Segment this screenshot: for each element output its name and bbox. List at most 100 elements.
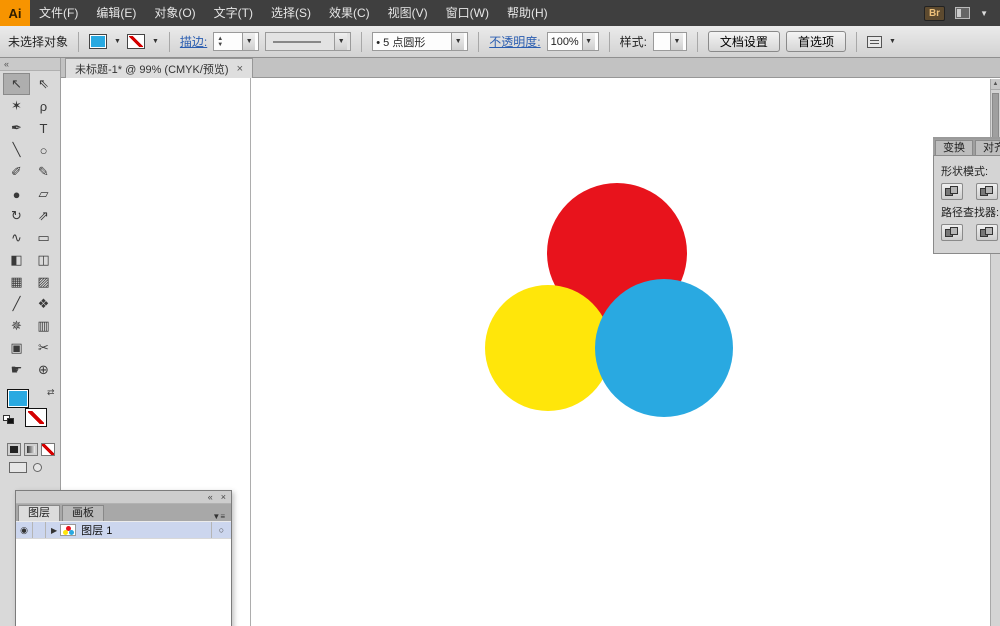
- width-profile-caret-icon[interactable]: ▼: [334, 33, 348, 50]
- close-icon[interactable]: ×: [237, 63, 243, 75]
- tab-artboards[interactable]: 画板: [62, 505, 104, 521]
- tool-ellipse[interactable]: ○: [30, 139, 57, 161]
- tool-paintbrush[interactable]: ✐: [3, 161, 30, 183]
- tool-zoom[interactable]: ⊕: [30, 359, 57, 381]
- tool-direct-selection[interactable]: ⇖: [30, 73, 57, 95]
- layer-target-icon[interactable]: ○: [211, 522, 231, 538]
- stroke-weight-combo[interactable]: ▲ ▼ ▼: [213, 32, 260, 51]
- tool-lasso[interactable]: ρ: [30, 95, 57, 117]
- tool-eyedropper[interactable]: ╱: [3, 293, 30, 315]
- tool-slice[interactable]: ✂: [30, 337, 57, 359]
- stroke-weight-caret-icon[interactable]: ▼: [242, 33, 256, 50]
- stroke-weight-link[interactable]: 描边:: [180, 33, 207, 50]
- app-logo: Ai: [0, 0, 30, 26]
- menu-window[interactable]: 窗口(W): [437, 0, 498, 26]
- tool-scale[interactable]: ⇗: [30, 205, 57, 227]
- expand-arrow-icon[interactable]: ▶: [46, 526, 60, 535]
- tool-blob-brush[interactable]: ●: [3, 183, 30, 205]
- layer-name[interactable]: 图层 1: [81, 522, 112, 538]
- lock-cell[interactable]: [33, 522, 46, 538]
- tool-gradient[interactable]: ▨: [30, 271, 57, 293]
- blue-circle[interactable]: [595, 279, 733, 417]
- tab-align[interactable]: 对齐: [975, 140, 1000, 155]
- document-tab[interactable]: 未标题-1* @ 99% (CMYK/预览) ×: [65, 58, 254, 78]
- opacity-link[interactable]: 不透明度:: [489, 33, 540, 50]
- menubar: Ai 文件(F) 编辑(E) 对象(O) 文字(T) 选择(S) 效果(C) 视…: [0, 0, 1000, 26]
- drawing-mode-icon[interactable]: [9, 462, 27, 473]
- opacity-caret-icon[interactable]: ▼: [581, 33, 595, 50]
- tool-pen[interactable]: ✒: [3, 117, 30, 139]
- bridge-icon[interactable]: Br: [923, 5, 946, 21]
- pathfinder-label: 路径查找器:: [941, 207, 1000, 219]
- preferences-button[interactable]: 首选项: [785, 31, 846, 52]
- menu-effect[interactable]: 效果(C): [320, 0, 379, 26]
- shape-mode-minus-front-button[interactable]: [976, 183, 998, 200]
- tool-artboard[interactable]: ▣: [3, 337, 30, 359]
- control-panel-caret-icon[interactable]: ▼: [889, 38, 896, 45]
- tool-pencil[interactable]: ✎: [30, 161, 57, 183]
- tools-grid: ↖ ⇖ ✶ ρ ✒ T ╲ ○ ✐ ✎ ● ▱ ↻ ⇗ ∿ ▭ ◧ ◫ ▦ ▨ …: [0, 71, 60, 381]
- shape-mode-unite-button[interactable]: [941, 183, 963, 200]
- panel-close-icon[interactable]: ×: [221, 492, 226, 502]
- menu-select[interactable]: 选择(S): [262, 0, 320, 26]
- stroke-spinner-icon[interactable]: ▲ ▼: [217, 36, 223, 48]
- style-combo[interactable]: ▼: [652, 32, 687, 51]
- tool-width[interactable]: ∿: [3, 227, 30, 249]
- none-button[interactable]: [41, 443, 55, 456]
- tool-type[interactable]: T: [30, 117, 57, 139]
- menu-view[interactable]: 视图(V): [379, 0, 437, 26]
- width-profile-combo[interactable]: ▼: [265, 32, 352, 51]
- stroke-indicator[interactable]: [25, 408, 47, 427]
- tool-magic-wand[interactable]: ✶: [3, 95, 30, 117]
- tool-eraser[interactable]: ▱: [30, 183, 57, 205]
- tool-blend[interactable]: ❖: [30, 293, 57, 315]
- tool-hand[interactable]: ☛: [3, 359, 30, 381]
- panel-menu-icon[interactable]: ▼≡: [212, 512, 229, 521]
- tool-rotate[interactable]: ↻: [3, 205, 30, 227]
- pathfinder-divide-button[interactable]: [941, 224, 963, 241]
- workspace-caret-icon[interactable]: ▼: [980, 9, 988, 18]
- fill-caret-icon[interactable]: ▼: [114, 38, 121, 45]
- opacity-combo[interactable]: 100% ▼: [546, 32, 599, 51]
- tool-column-graph[interactable]: ▥: [30, 315, 57, 337]
- menu-type[interactable]: 文字(T): [205, 0, 262, 26]
- visibility-eye-icon[interactable]: ◉: [16, 522, 33, 538]
- fill-indicator[interactable]: [7, 389, 29, 408]
- workspace-switcher-icon[interactable]: [955, 7, 971, 19]
- tool-free-transform[interactable]: ▭: [30, 227, 57, 249]
- layer-row[interactable]: ◉ ▶ 图层 1 ○: [16, 522, 231, 539]
- stroke-color-swatch[interactable]: [126, 34, 145, 49]
- screen-mode-icon[interactable]: [33, 463, 42, 472]
- style-caret-icon[interactable]: ▼: [669, 33, 683, 50]
- brush-caret-icon[interactable]: ▼: [451, 33, 465, 50]
- control-panel-menu-icon[interactable]: [866, 35, 882, 48]
- tool-symbol-sprayer[interactable]: ✵: [3, 315, 30, 337]
- menu-file[interactable]: 文件(F): [30, 0, 87, 26]
- default-fill-stroke-icon[interactable]: [3, 415, 15, 425]
- menu-help[interactable]: 帮助(H): [498, 0, 557, 26]
- swap-fill-stroke-icon[interactable]: ⇄: [47, 387, 55, 398]
- menubar-right-cluster: Br ▼: [923, 5, 1000, 21]
- stroke-caret-icon[interactable]: ▼: [152, 38, 159, 45]
- panel-collapse-icon[interactable]: «: [208, 492, 213, 502]
- toolbar-collapse-icon[interactable]: «: [0, 58, 60, 71]
- pathfinder-trim-button[interactable]: [976, 224, 998, 241]
- yellow-circle[interactable]: [485, 285, 611, 411]
- tool-selection[interactable]: ↖: [3, 73, 30, 95]
- tab-layers[interactable]: 图层: [18, 505, 60, 521]
- menu-edit[interactable]: 编辑(E): [87, 0, 145, 26]
- gradient-button[interactable]: [24, 443, 38, 456]
- menu-object[interactable]: 对象(O): [145, 0, 204, 26]
- tool-mesh[interactable]: ▦: [3, 271, 30, 293]
- tool-shape-builder[interactable]: ◧: [3, 249, 30, 271]
- tool-perspective-grid[interactable]: ◫: [30, 249, 57, 271]
- color-button[interactable]: [7, 443, 21, 456]
- tool-line-segment[interactable]: ╲: [3, 139, 30, 161]
- document-setup-button[interactable]: 文档设置: [707, 31, 780, 52]
- pathfinder-panel: 变换 对齐 形状模式: 路径查找器:: [933, 137, 1000, 254]
- scroll-up-icon[interactable]: ▲: [991, 79, 1000, 90]
- fill-color-swatch[interactable]: [89, 34, 108, 49]
- tab-transform[interactable]: 变换: [935, 140, 973, 155]
- layers-list: ◉ ▶ 图层 1 ○: [16, 522, 231, 626]
- brush-definition-combo[interactable]: • 5 点圆形 ▼: [372, 32, 469, 51]
